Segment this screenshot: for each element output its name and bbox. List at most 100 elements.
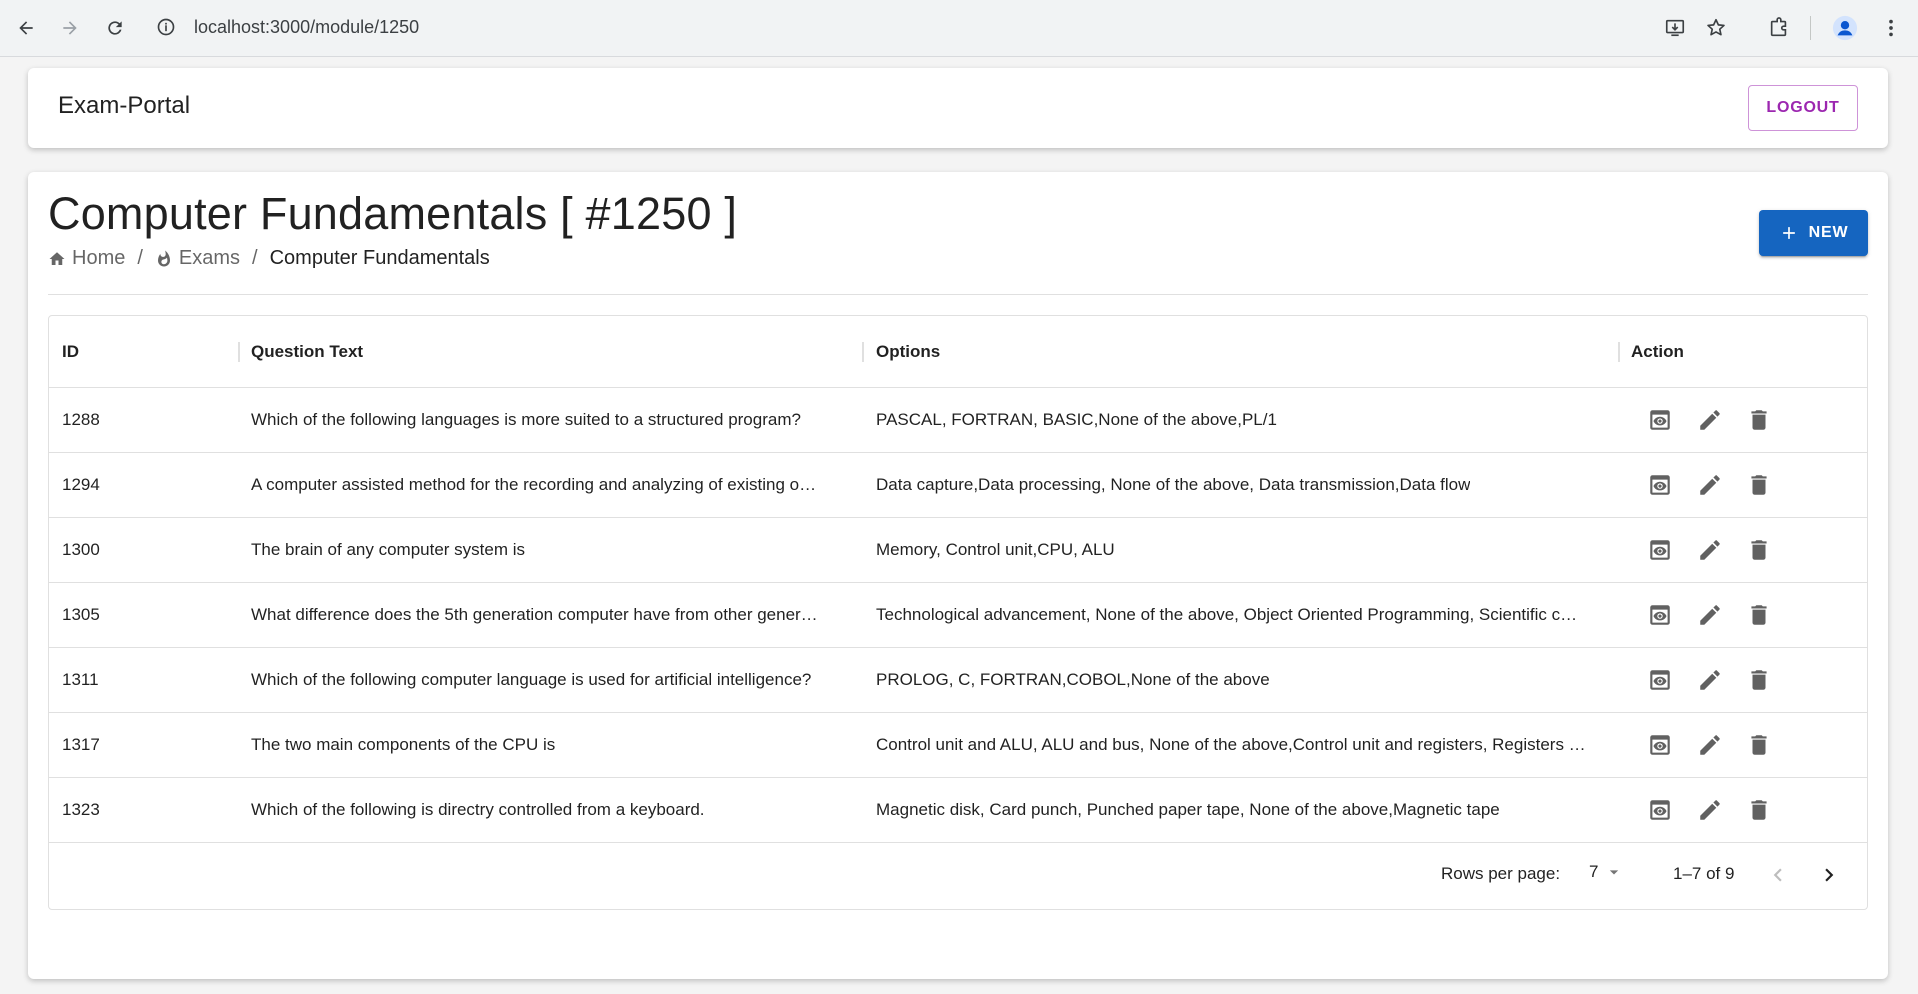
- chevron-right-icon: [1825, 868, 1834, 882]
- next-page-button[interactable]: [1811, 857, 1847, 893]
- delete-trash-icon: [1746, 472, 1772, 498]
- table-header: ID Question Text Options Action: [49, 316, 1867, 388]
- question-options: Technological advancement, None of the a…: [876, 605, 1578, 624]
- question-options: Magnetic disk, Card punch, Punched paper…: [876, 800, 1500, 819]
- table-row[interactable]: 1305 What difference does the 5th generat…: [49, 583, 1867, 648]
- edit-pencil-icon: [1697, 667, 1723, 693]
- edit-button[interactable]: [1692, 402, 1728, 438]
- question-options: PASCAL, FORTRAN, BASIC,None of the above…: [876, 410, 1277, 429]
- preview-button[interactable]: [1642, 792, 1678, 828]
- new-button-label: NEW: [1808, 224, 1849, 241]
- edit-pencil-icon: [1697, 797, 1723, 823]
- site-info-icon[interactable]: [156, 17, 180, 41]
- question-id: 1311: [62, 670, 99, 689]
- plus-icon: [1782, 227, 1795, 239]
- column-header-action[interactable]: Action: [1631, 316, 1684, 388]
- column-header-question[interactable]: Question Text: [251, 316, 363, 388]
- cell-id: 1294: [62, 453, 232, 517]
- back-arrow-icon[interactable]: [12, 14, 40, 42]
- breadcrumb-home-label: Home: [72, 247, 126, 269]
- rows-per-page-select[interactable]: 7: [1589, 862, 1624, 882]
- breadcrumb-home[interactable]: Home: [48, 247, 125, 270]
- preview-icon: [1647, 472, 1673, 498]
- delete-button[interactable]: [1741, 467, 1777, 503]
- logout-button[interactable]: LOGOUT: [1748, 85, 1858, 131]
- table-row[interactable]: 1300 The brain of any computer system is M…: [49, 518, 1867, 583]
- rows-per-page-value: 7: [1589, 862, 1599, 881]
- column-header-options[interactable]: Options: [876, 316, 940, 388]
- question-options: PROLOG, C, FORTRAN,COBOL,None of the abo…: [876, 670, 1270, 689]
- question-id: 1323: [62, 800, 100, 819]
- edit-pencil-icon: [1697, 537, 1723, 563]
- cell-id: 1288: [62, 388, 232, 452]
- delete-button[interactable]: [1741, 662, 1777, 698]
- breadcrumb-exams[interactable]: Exams: [155, 247, 240, 270]
- preview-button[interactable]: [1642, 662, 1678, 698]
- breadcrumb-separator: /: [137, 247, 143, 269]
- cell-options: Control unit and ALU, ALU and bus, None …: [876, 713, 1606, 777]
- table-row[interactable]: 1317 The two main components of the CPU i…: [49, 713, 1867, 778]
- cell-options: Technological advancement, None of the a…: [876, 583, 1606, 647]
- table-row[interactable]: 1311 Which of the following computer lang…: [49, 648, 1867, 713]
- extensions-icon[interactable]: [1765, 14, 1793, 42]
- delete-button[interactable]: [1741, 727, 1777, 763]
- question-text: Which of the following languages is more…: [251, 410, 801, 429]
- preview-button[interactable]: [1642, 532, 1678, 568]
- edit-button[interactable]: [1692, 792, 1728, 828]
- edit-button[interactable]: [1692, 662, 1728, 698]
- address-bar[interactable]: localhost:3000/module/1250: [194, 17, 419, 38]
- column-separator[interactable]: [862, 342, 864, 362]
- brand-title[interactable]: Exam-Portal: [58, 92, 190, 120]
- install-app-icon[interactable]: [1661, 14, 1689, 42]
- column-separator[interactable]: [1618, 342, 1620, 362]
- flame-icon: [157, 250, 170, 266]
- previous-page-button[interactable]: [1760, 857, 1796, 893]
- toolbar-divider: [1810, 16, 1811, 40]
- new-question-button[interactable]: NEW: [1759, 210, 1868, 256]
- table-row[interactable]: 1288 Which of the following languages is …: [49, 388, 1867, 453]
- delete-button[interactable]: [1741, 532, 1777, 568]
- breadcrumb-exams-label: Exams: [178, 247, 241, 269]
- question-text: A computer assisted method for the recor…: [251, 475, 817, 494]
- breadcrumb: Home / Exams / Computer Fundamentals: [48, 247, 490, 270]
- preview-button[interactable]: [1642, 597, 1678, 633]
- page-title: Computer Fundamentals [ #1250 ]: [48, 188, 738, 239]
- divider: [48, 294, 1868, 295]
- cell-question: Which of the following computer language…: [251, 648, 851, 712]
- reload-icon[interactable]: [101, 14, 129, 42]
- bookmark-star-icon[interactable]: [1702, 14, 1730, 42]
- edit-button[interactable]: [1692, 597, 1728, 633]
- chevron-left-icon: [1773, 868, 1782, 882]
- column-separator[interactable]: [238, 342, 240, 362]
- preview-icon: [1647, 732, 1673, 758]
- delete-button[interactable]: [1741, 402, 1777, 438]
- question-text: Which of the following computer language…: [251, 670, 812, 689]
- table-row[interactable]: 1294 A computer assisted method for the r…: [49, 453, 1867, 518]
- page-range: 1–7 of 9: [1673, 864, 1735, 883]
- delete-trash-icon: [1746, 602, 1772, 628]
- cell-question: What difference does the 5th generation …: [251, 583, 851, 647]
- preview-button[interactable]: [1642, 402, 1678, 438]
- column-header-id[interactable]: ID: [62, 316, 79, 388]
- cell-id: 1305: [62, 583, 232, 647]
- profile-icon[interactable]: [1831, 14, 1859, 42]
- forward-arrow-icon[interactable]: [56, 14, 84, 42]
- edit-button[interactable]: [1692, 727, 1728, 763]
- preview-icon: [1647, 602, 1673, 628]
- question-id: 1317: [62, 735, 100, 754]
- preview-button[interactable]: [1642, 467, 1678, 503]
- edit-button[interactable]: [1692, 532, 1728, 568]
- delete-trash-icon: [1746, 667, 1772, 693]
- questions-table: ID Question Text Options Action 1288 Whic…: [48, 315, 1868, 910]
- preview-button[interactable]: [1642, 727, 1678, 763]
- delete-button[interactable]: [1741, 792, 1777, 828]
- cell-id: 1300: [62, 518, 232, 582]
- menu-dots-icon[interactable]: [1877, 14, 1905, 42]
- table-row[interactable]: 1323 Which of the following is directry c…: [49, 778, 1867, 843]
- delete-button[interactable]: [1741, 597, 1777, 633]
- preview-icon: [1647, 667, 1673, 693]
- cell-options: PROLOG, C, FORTRAN,COBOL,None of the abo…: [876, 648, 1606, 712]
- cell-id: 1317: [62, 713, 232, 777]
- edit-pencil-icon: [1697, 472, 1723, 498]
- edit-button[interactable]: [1692, 467, 1728, 503]
